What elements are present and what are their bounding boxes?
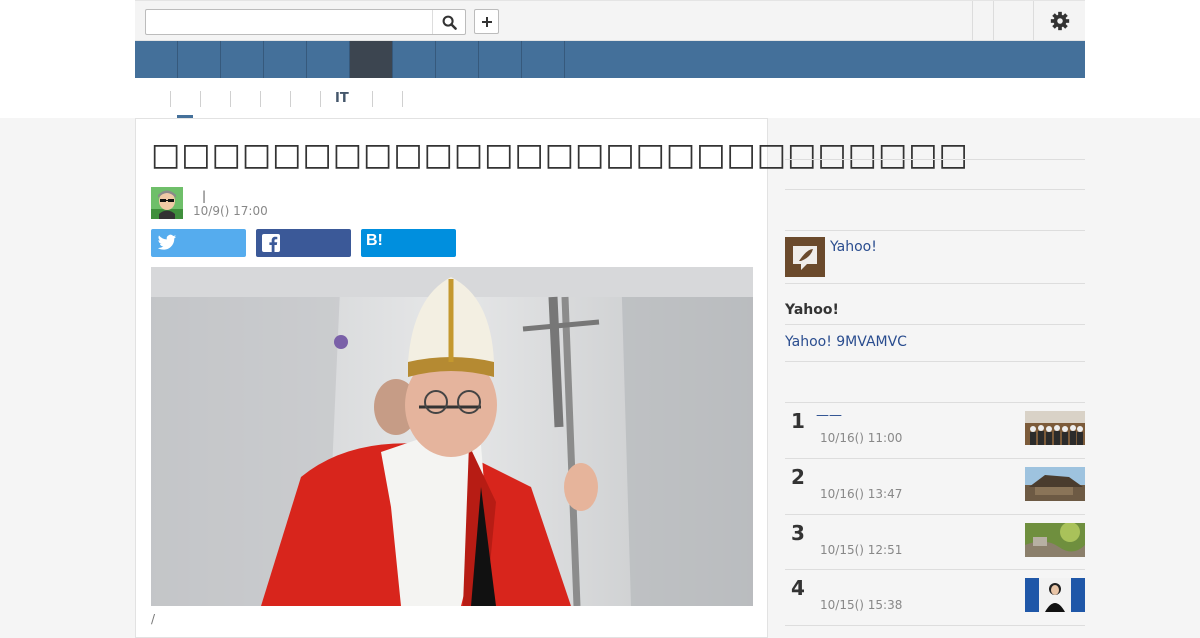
article-photo[interactable] bbox=[151, 267, 753, 606]
ranking-date: 10/16() 13:47 bbox=[820, 487, 903, 501]
nav-item[interactable] bbox=[307, 41, 350, 78]
nav-item[interactable] bbox=[393, 41, 436, 78]
ranking-divider bbox=[785, 625, 1085, 626]
ranking-number: 2 bbox=[791, 465, 805, 489]
gear-icon[interactable] bbox=[1049, 10, 1071, 32]
ranking-number: 3 bbox=[791, 521, 805, 545]
ranking-item[interactable]: 2 10/16() 13:47 bbox=[785, 459, 1085, 515]
share-twitter-button[interactable] bbox=[151, 229, 246, 257]
ranking-number: 4 bbox=[791, 576, 805, 600]
toolbar-divider bbox=[972, 1, 973, 40]
search-input[interactable] bbox=[152, 11, 436, 35]
hatena-bookmark-icon: B! bbox=[366, 232, 383, 249]
nav-item[interactable] bbox=[479, 41, 522, 78]
sidebar-divider bbox=[785, 324, 1085, 325]
ranking-thumbnail[interactable] bbox=[1025, 411, 1085, 445]
nav-item[interactable] bbox=[264, 41, 307, 78]
search-button[interactable] bbox=[432, 10, 465, 34]
sidebar-divider bbox=[785, 361, 1085, 362]
nav-item[interactable] bbox=[221, 41, 264, 78]
sub-category-tabs: IT bbox=[135, 78, 1085, 118]
ranking-thumbnail[interactable] bbox=[1025, 578, 1085, 612]
ranking-item[interactable]: 1 —— 10/16() 11:00 bbox=[785, 403, 1085, 459]
sidebar-promo-link[interactable]: Yahoo! 9MVAMVC bbox=[785, 334, 907, 350]
ranking-date: 10/15() 12:51 bbox=[820, 543, 903, 557]
sidebar-heading: Yahoo! bbox=[785, 302, 839, 318]
subnav-tab[interactable] bbox=[402, 91, 411, 107]
subnav-tab[interactable] bbox=[372, 91, 393, 107]
ranking-title[interactable]: —— bbox=[816, 408, 842, 423]
nav-item-active[interactable] bbox=[350, 41, 393, 78]
sidebar-divider bbox=[785, 189, 1085, 190]
subnav-tab[interactable] bbox=[200, 91, 221, 107]
subnav-tab-it[interactable]: IT bbox=[320, 91, 349, 107]
sidebar-divider bbox=[785, 230, 1085, 231]
toolbar-divider bbox=[1033, 1, 1034, 40]
ranking-date: 10/15() 15:38 bbox=[820, 598, 903, 612]
facebook-icon bbox=[262, 234, 280, 252]
share-facebook-button[interactable] bbox=[256, 229, 351, 257]
feather-author-icon[interactable] bbox=[785, 237, 825, 277]
subnav-tab[interactable] bbox=[230, 91, 251, 107]
plus-icon bbox=[481, 16, 492, 27]
author-avatar[interactable] bbox=[151, 187, 183, 219]
photo-caption: / bbox=[151, 612, 156, 626]
article-panel: □□□□□□□□□□□□□□□□□□□□□□□□□□□ | 10/9() 17:… bbox=[135, 118, 968, 638]
ranking-number: 1 bbox=[791, 409, 805, 433]
ranking-thumbnail[interactable] bbox=[1025, 523, 1085, 557]
twitter-icon bbox=[157, 234, 177, 250]
subnav-tab[interactable] bbox=[290, 91, 311, 107]
subnav-tab[interactable] bbox=[170, 91, 191, 107]
nav-item[interactable] bbox=[178, 41, 221, 78]
ranking-item[interactable]: 3 10/15() 12:51 bbox=[785, 515, 1085, 571]
sidebar-divider bbox=[785, 159, 1085, 160]
share-hatena-button[interactable]: B! bbox=[361, 229, 456, 257]
top-toolbar bbox=[135, 0, 1085, 41]
toolbar-divider bbox=[993, 1, 994, 40]
search-box bbox=[145, 9, 466, 35]
ranking-date: 10/16() 11:00 bbox=[820, 431, 903, 445]
add-button[interactable] bbox=[474, 9, 499, 34]
publish-date: 10/9() 17:00 bbox=[193, 204, 268, 218]
sidebar-divider bbox=[785, 283, 1085, 284]
ranking-thumbnail[interactable] bbox=[1025, 467, 1085, 501]
subnav-tab[interactable] bbox=[260, 91, 281, 107]
article-title: □□□□□□□□□□□□□□□□□□□□□□□□□□□ bbox=[151, 137, 969, 173]
nav-item[interactable] bbox=[135, 41, 178, 78]
author-name[interactable]: | bbox=[202, 189, 206, 203]
ranking-item[interactable]: 4 10/15() 15:38 bbox=[785, 570, 1085, 626]
nav-item[interactable] bbox=[436, 41, 479, 78]
category-nav bbox=[135, 41, 1085, 78]
search-icon bbox=[442, 15, 457, 30]
sidebar-author-link[interactable]: Yahoo! bbox=[830, 239, 877, 255]
nav-item[interactable] bbox=[522, 41, 565, 78]
